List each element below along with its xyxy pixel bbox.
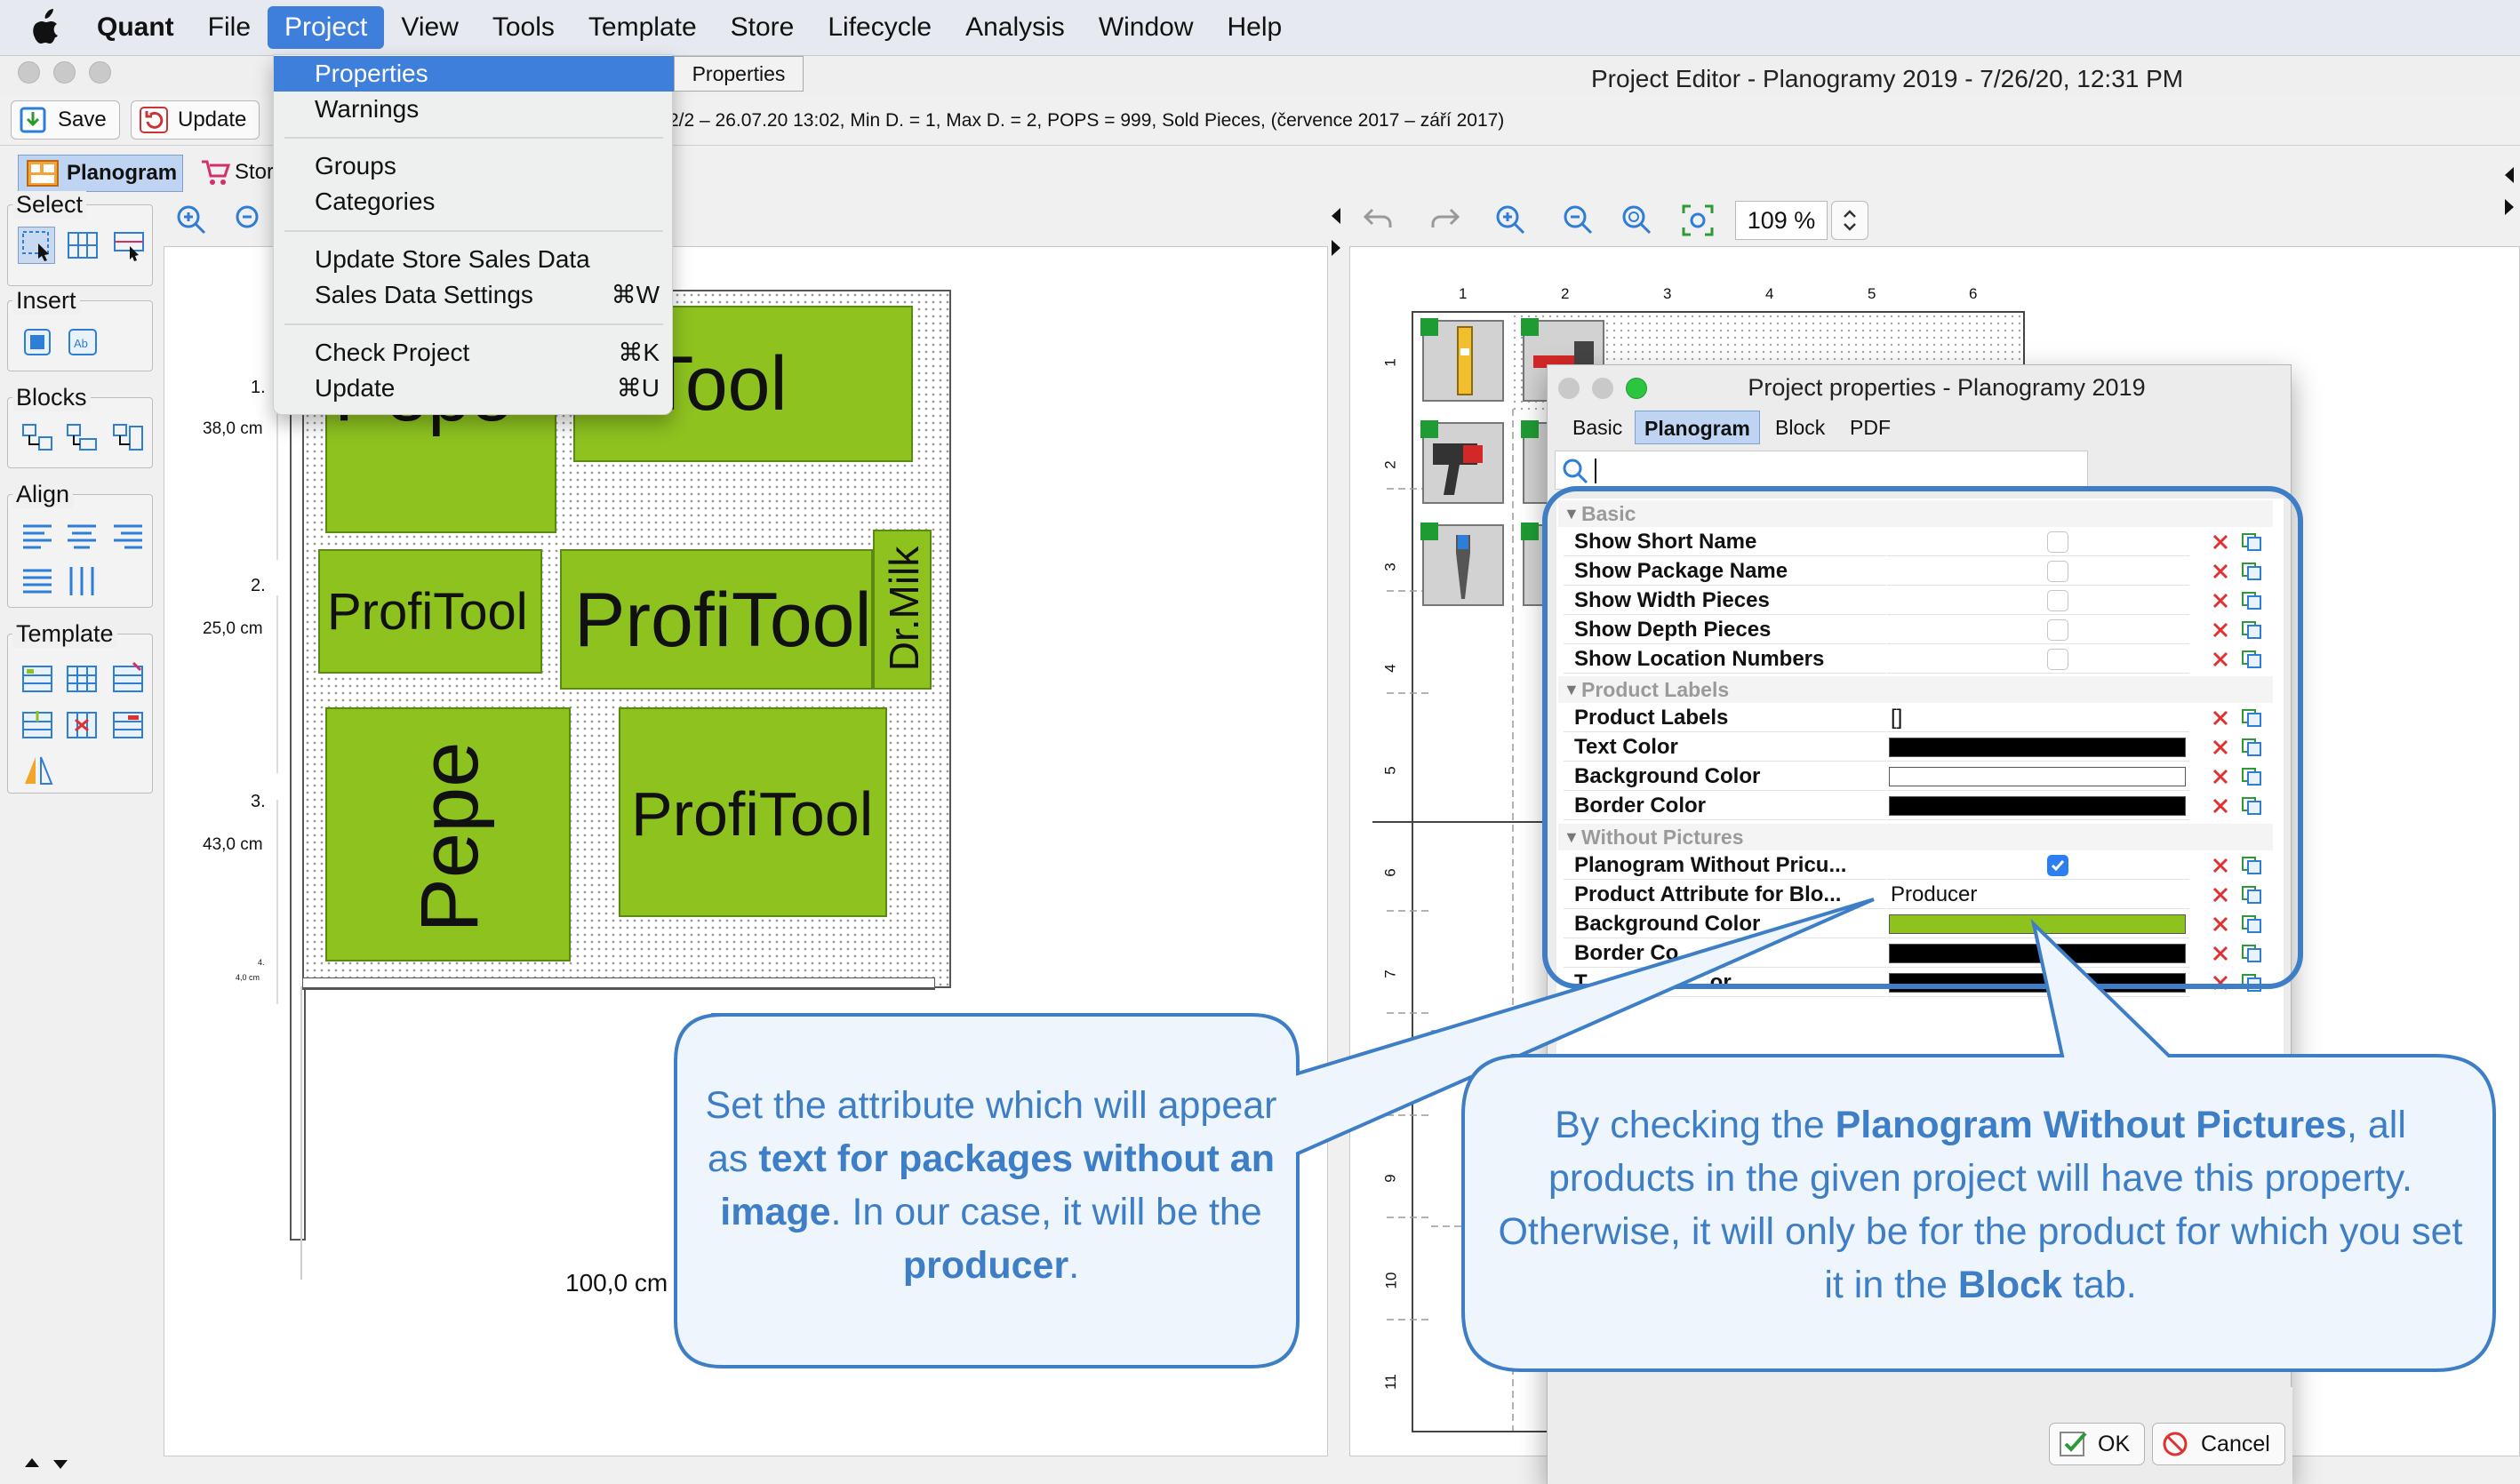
left-callout-text: Set the attribute which will appear as t… xyxy=(702,1079,1280,1292)
callout-text-part: . xyxy=(1068,1244,1080,1287)
callout-text-part: tab. xyxy=(2062,1264,2137,1306)
callout-text-bold: Block xyxy=(1957,1264,2063,1306)
callout-text-part: By checking the xyxy=(1555,1104,1836,1146)
callout-text-bold: Planogram Without Pictures xyxy=(1835,1104,2347,1146)
callout-text-part: . In our case, it will be the xyxy=(830,1191,1262,1233)
property-grid-highlight xyxy=(1542,486,2303,989)
right-callout-text: By checking the Planogram Without Pictur… xyxy=(1493,1098,2468,1312)
callout-text-bold: producer xyxy=(902,1244,1069,1287)
